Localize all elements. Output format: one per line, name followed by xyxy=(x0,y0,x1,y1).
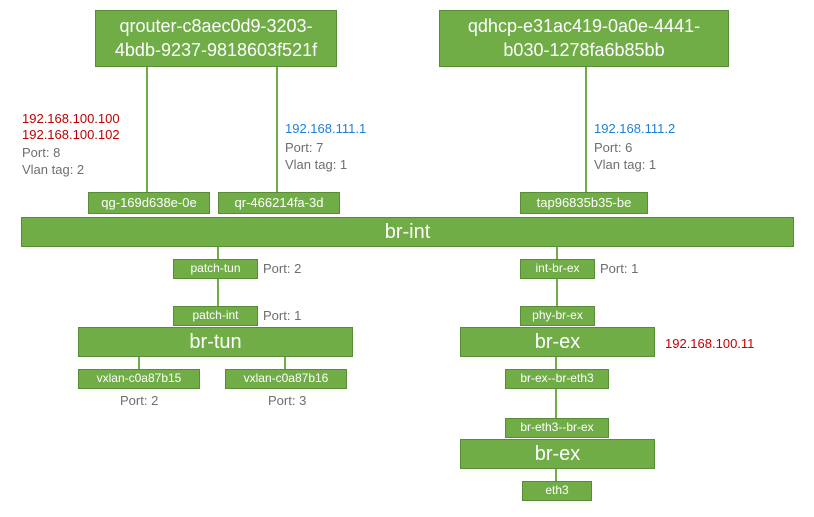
qg-port: Port: 8 xyxy=(22,145,60,160)
qg-interface: qg-169d638e-0e xyxy=(88,192,210,214)
qr-interface: qr-466214fa-3d xyxy=(218,192,340,214)
tap-port: Port: 6 xyxy=(594,140,632,155)
br-ex-br-eth3: br-ex--br-eth3 xyxy=(505,369,609,389)
tap-ip: 192.168.111.2 xyxy=(594,121,675,136)
vxlan-1: vxlan-c0a87b15 xyxy=(78,369,200,389)
qg-vlan: Vlan tag: 2 xyxy=(22,162,84,177)
br-ex-bridge: br-ex xyxy=(460,327,655,357)
tap-vlan: Vlan tag: 1 xyxy=(594,157,656,172)
patch-int-port: Port: 1 xyxy=(263,308,301,323)
br-ex-bridge-lower: br-ex xyxy=(460,439,655,469)
vxlan-2-port: Port: 3 xyxy=(268,393,306,408)
qr-port: Port: 7 xyxy=(285,140,323,155)
br-tun-bridge: br-tun xyxy=(78,327,353,357)
int-br-ex: int-br-ex xyxy=(520,259,595,279)
qr-ip: 192.168.111.1 xyxy=(285,121,366,136)
eth3-interface: eth3 xyxy=(522,481,592,501)
vxlan-1-port: Port: 2 xyxy=(120,393,158,408)
vxlan-2: vxlan-c0a87b16 xyxy=(225,369,347,389)
patch-tun-port: Port: 2 xyxy=(263,261,301,276)
tap-interface: tap96835b35-be xyxy=(520,192,648,214)
br-ex-ip: 192.168.100.11 xyxy=(665,336,754,351)
connector-lines xyxy=(0,0,814,517)
qrouter-namespace: qrouter-c8aec0d9-3203-4bdb-9237-9818603f… xyxy=(95,10,337,67)
br-int-bridge: br-int xyxy=(21,217,794,247)
patch-int: patch-int xyxy=(173,306,258,326)
qg-ip-2: 192.168.100.102 xyxy=(22,127,120,142)
qg-ip-1: 192.168.100.100 xyxy=(22,111,120,126)
phy-br-ex: phy-br-ex xyxy=(520,306,595,326)
qr-vlan: Vlan tag: 1 xyxy=(285,157,347,172)
patch-tun: patch-tun xyxy=(173,259,258,279)
int-br-ex-port: Port: 1 xyxy=(600,261,638,276)
qdhcp-namespace: qdhcp-e31ac419-0a0e-4441-b030-1278fa6b85… xyxy=(439,10,729,67)
br-eth3-br-ex: br-eth3--br-ex xyxy=(505,418,609,438)
